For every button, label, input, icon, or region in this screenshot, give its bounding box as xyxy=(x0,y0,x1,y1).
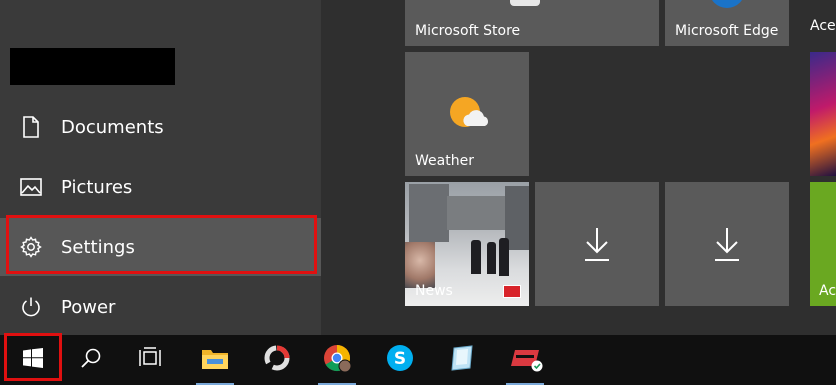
skype-button[interactable]: S xyxy=(375,335,425,385)
svg-text:S: S xyxy=(394,349,406,369)
search-button[interactable] xyxy=(66,335,116,385)
file-explorer-button[interactable] xyxy=(190,335,240,385)
start-item-power[interactable]: Power xyxy=(0,278,321,336)
start-item-label: Pictures xyxy=(61,176,133,198)
start-button[interactable] xyxy=(8,335,58,385)
tile-news[interactable]: News xyxy=(405,182,529,306)
tile-label: Microsoft Store xyxy=(415,23,521,39)
tile-label: Weather xyxy=(415,153,474,169)
store-icon xyxy=(510,0,540,6)
gear-icon xyxy=(20,236,42,258)
tile-microsoft-store[interactable]: Microsoft Store xyxy=(405,0,659,46)
start-menu-left-pane: Documents Pictures Settings Power xyxy=(0,0,321,335)
task-view-button[interactable] xyxy=(125,335,175,385)
tile-label: News xyxy=(415,283,453,299)
search-icon xyxy=(80,347,102,373)
taskbar: S xyxy=(0,335,836,385)
document-icon xyxy=(20,116,42,138)
notebook-app-button[interactable] xyxy=(437,335,487,385)
power-icon xyxy=(20,296,42,318)
start-item-settings[interactable]: Settings xyxy=(0,218,321,276)
start-item-label: Documents xyxy=(61,116,164,138)
pictures-icon xyxy=(20,176,42,198)
tile-downloading-app[interactable] xyxy=(665,182,789,306)
task-view-icon xyxy=(139,347,161,373)
app-ring-icon xyxy=(263,344,291,376)
edge-icon xyxy=(709,0,745,8)
tile-partial-art[interactable] xyxy=(810,52,836,176)
skype-icon: S xyxy=(386,344,414,376)
file-explorer-icon xyxy=(201,346,229,374)
chrome-button[interactable] xyxy=(312,335,362,385)
expressvpn-button[interactable] xyxy=(500,335,550,385)
tile-microsoft-edge[interactable]: Microsoft Edge xyxy=(665,0,789,46)
windows-start-icon xyxy=(23,348,43,372)
start-item-label: Power xyxy=(61,296,116,318)
tile-partial-label: Ac xyxy=(819,283,836,299)
tile-partial-label[interactable]: Ace xyxy=(810,18,836,34)
notebook-app-icon xyxy=(448,344,476,376)
tile-weather[interactable]: Weather xyxy=(405,52,529,176)
start-item-pictures[interactable]: Pictures xyxy=(0,158,321,216)
tile-downloading-app[interactable] xyxy=(535,182,659,306)
chrome-icon xyxy=(322,343,352,377)
start-menu-tiles-pane: Microsoft Store Microsoft Edge Ace Weath… xyxy=(321,0,836,335)
download-arrow-icon xyxy=(583,226,611,266)
tile-label: Microsoft Edge xyxy=(675,23,779,39)
news-badge-icon xyxy=(503,285,521,298)
weather-icon xyxy=(447,94,491,138)
app-ring-button[interactable] xyxy=(252,335,302,385)
start-item-documents[interactable]: Documents xyxy=(0,98,321,156)
download-arrow-icon xyxy=(713,226,741,266)
expressvpn-icon xyxy=(507,344,543,376)
start-item-label: Settings xyxy=(61,236,135,258)
user-name-redacted[interactable] xyxy=(10,48,175,85)
